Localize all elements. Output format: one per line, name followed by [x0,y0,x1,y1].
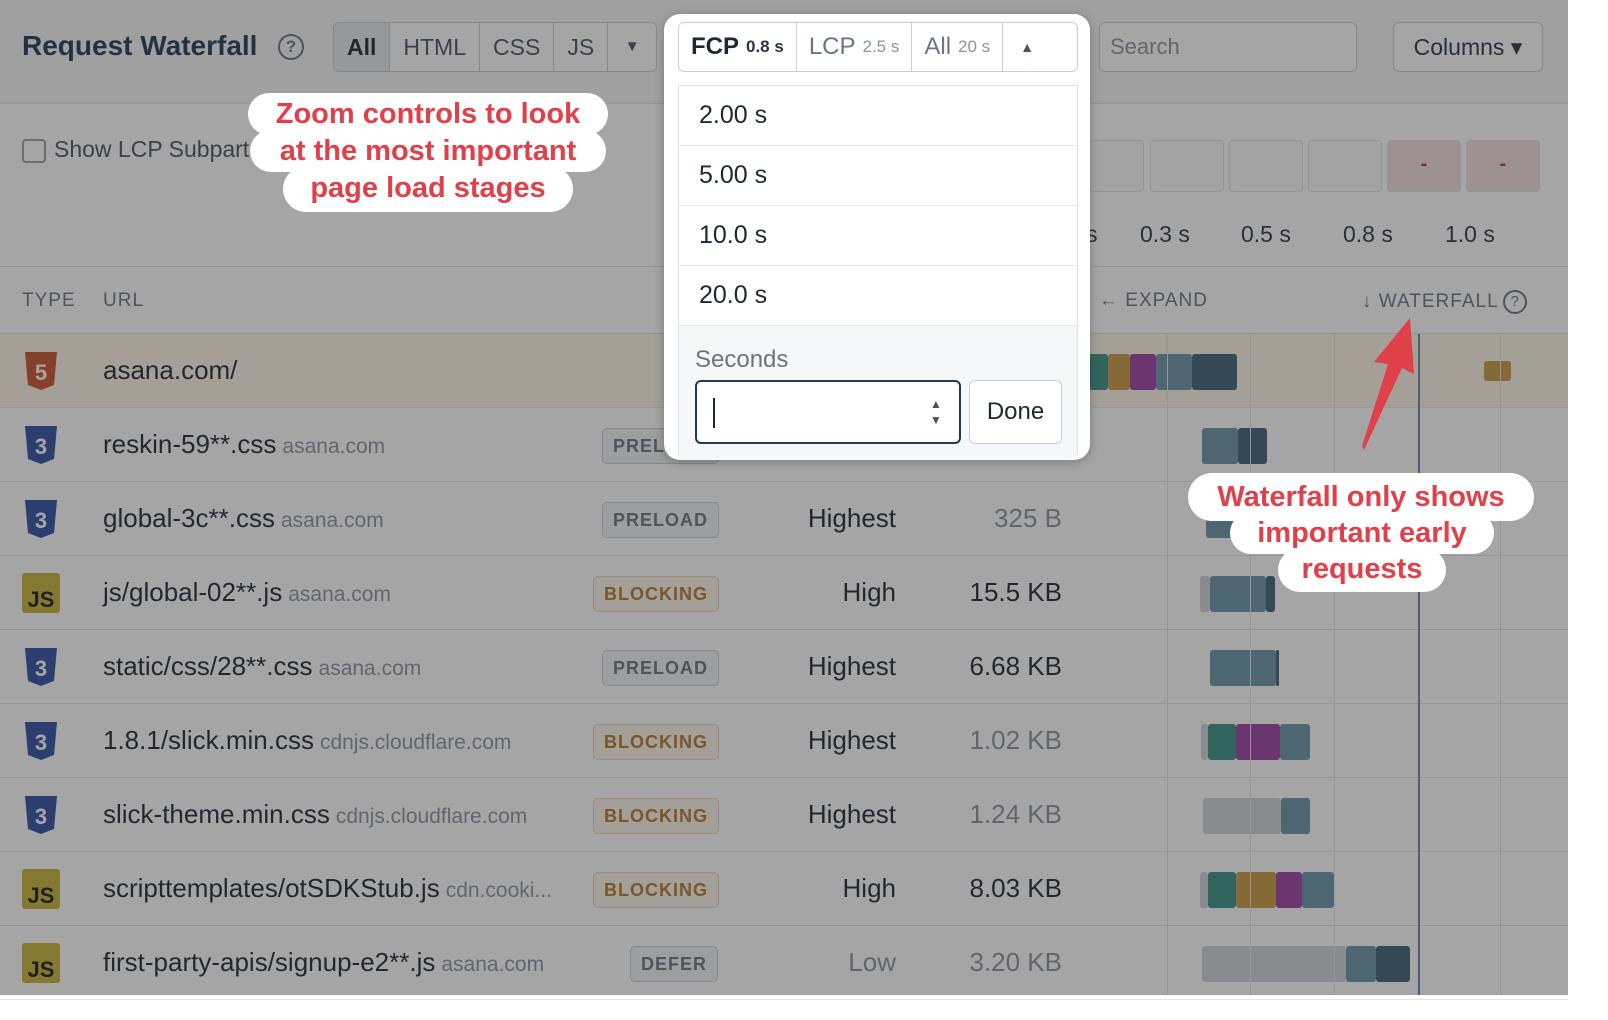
callout-line: Zoom controls to look [248,93,608,135]
zoom-tab-name: All [924,33,952,60]
zoom-tab-name: FCP [691,33,739,60]
zoom-tab-value: 0.8 s [746,37,784,56]
zoom-option[interactable]: 20.0 s [679,266,1077,326]
zoom-tab-all[interactable]: All 20 s [912,23,1004,71]
callout-line: requests [1278,548,1446,592]
zoom-tab-value: 20 s [958,37,991,56]
stepper-icon[interactable]: ▲ ▼ [929,396,943,430]
custom-seconds-area: Seconds ▲ ▼ Done [679,326,1077,459]
callout-line: page load stages [283,166,573,212]
zoom-options-list: 2.00 s 5.00 s 10.0 s 20.0 s Seconds ▲ ▼ D… [678,85,1078,459]
chevron-up-icon[interactable]: ▲ [1003,23,1051,71]
zoom-tab-group: FCP 0.8 s LCP 2.5 s All 20 s ▲ [678,22,1078,72]
zoom-dropdown: FCP 0.8 s LCP 2.5 s All 20 s ▲ 2.00 s 5.… [664,14,1090,460]
zoom-tab-lcp[interactable]: LCP 2.5 s [797,23,913,71]
callout-arrow-icon [1362,318,1414,450]
zoom-tab-name: LCP [808,33,856,60]
text-cursor [713,398,715,428]
seconds-label: Seconds [695,346,789,373]
zoom-option[interactable]: 5.00 s [679,146,1077,206]
zoom-tab-value: 2.5 s [862,37,900,56]
done-button[interactable]: Done [969,380,1062,444]
zoom-tab-fcp[interactable]: FCP 0.8 s [679,23,797,71]
seconds-input[interactable]: ▲ ▼ [695,380,961,444]
zoom-option[interactable]: 2.00 s [679,86,1077,146]
zoom-option[interactable]: 10.0 s [679,206,1077,266]
